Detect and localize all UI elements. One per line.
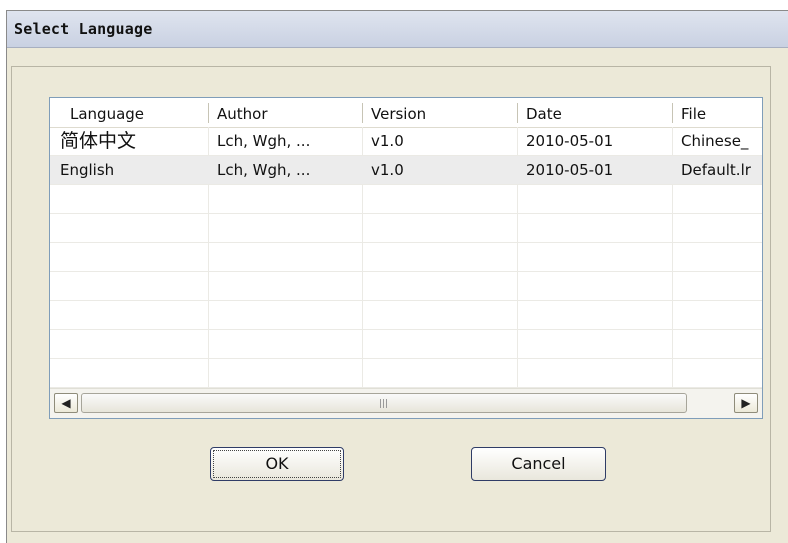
scroll-left-arrow-icon[interactable]: ◀	[54, 393, 78, 413]
column-header-author[interactable]: Author	[209, 98, 362, 127]
cell-date: 2010-05-01	[526, 161, 614, 179]
cell-language: 简体中文	[60, 130, 137, 152]
column-header-version[interactable]: Version	[363, 98, 517, 127]
empty-row	[50, 272, 762, 301]
cell-author: Lch, Wgh, ...	[217, 132, 311, 150]
empty-row	[50, 243, 762, 272]
scrollbar-grip-icon	[380, 399, 388, 408]
column-header-language[interactable]: Language	[62, 98, 208, 127]
list-header: Language Author Version Date File	[50, 98, 762, 128]
cell-version: v1.0	[371, 161, 404, 179]
empty-row	[50, 330, 762, 359]
scroll-right-arrow-icon[interactable]: ▶	[734, 393, 758, 413]
list-row-chinese[interactable]: 简体中文 Lch, Wgh, ... v1.0 2010-05-01 Chine…	[50, 127, 762, 156]
empty-row	[50, 359, 762, 388]
select-language-dialog: Select Language Language Author Version …	[6, 10, 788, 543]
cell-author: Lch, Wgh, ...	[217, 161, 311, 179]
cell-version: v1.0	[371, 132, 404, 150]
column-header-file[interactable]: File	[673, 98, 762, 127]
cell-date: 2010-05-01	[526, 132, 614, 150]
language-list[interactable]: Language Author Version Date File 简体中文 L…	[49, 97, 763, 419]
cell-file: Chinese_	[681, 132, 749, 150]
cancel-button[interactable]: Cancel	[471, 447, 606, 481]
dialog-title: Select Language	[14, 20, 153, 38]
empty-row	[50, 185, 762, 214]
empty-row	[50, 214, 762, 243]
horizontal-scrollbar[interactable]: ◀ ▶	[50, 388, 762, 418]
cell-file: Default.lr	[681, 161, 751, 179]
background-window-strip	[0, 0, 788, 10]
cell-language: English	[60, 161, 115, 179]
list-row-english[interactable]: English Lch, Wgh, ... v1.0 2010-05-01 De…	[50, 156, 762, 185]
ok-button[interactable]: OK	[210, 447, 344, 481]
empty-row	[50, 301, 762, 330]
scrollbar-thumb[interactable]	[81, 393, 687, 413]
column-header-date[interactable]: Date	[518, 98, 672, 127]
title-bar[interactable]: Select Language	[7, 11, 788, 48]
